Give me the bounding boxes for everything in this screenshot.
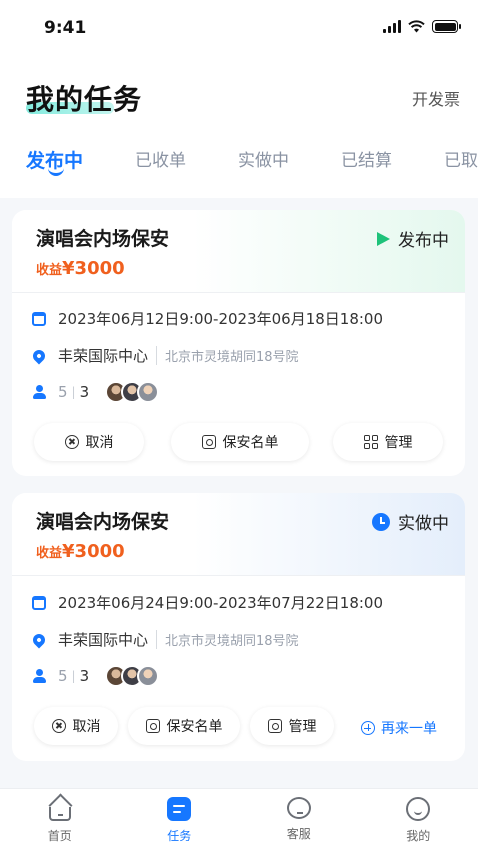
reorder-label: 再来一单 — [381, 721, 437, 737]
cancel-button[interactable]: 取消 — [34, 423, 144, 461]
cancel-label: 取消 — [72, 719, 101, 735]
staff-avatars[interactable] — [105, 665, 160, 687]
staff-total: 5 — [58, 383, 68, 401]
tabbar-profile[interactable]: 我的 — [359, 789, 478, 850]
home-icon — [48, 807, 71, 821]
tab-indicator — [48, 168, 64, 176]
status-label: 实做中 — [398, 514, 449, 534]
wifi-icon — [408, 20, 425, 33]
venue-name: 丰荣国际中心 — [58, 631, 149, 649]
income-value: ¥3000 — [62, 258, 125, 279]
status-icons — [383, 20, 461, 33]
grid-icon — [363, 435, 378, 449]
cancel-circle-icon — [51, 719, 66, 733]
roster-button[interactable]: 保安名单 — [171, 423, 309, 461]
manage-button[interactable]: 管理 — [250, 707, 334, 745]
manage-label: 管理 — [288, 719, 317, 735]
venue-name: 丰荣国际中心 — [58, 347, 149, 365]
manage-label: 管理 — [384, 435, 413, 451]
person-icon — [32, 385, 46, 399]
header-area: 9:41 我的任务 开发票 发布中 已收单 实做中 已结算 已取 — [0, 0, 478, 198]
income-value: ¥3000 — [62, 541, 125, 562]
tabbar-label: 我的 — [406, 829, 431, 843]
location-pin-icon — [30, 631, 48, 648]
battery-icon — [432, 20, 461, 33]
tabbar-label: 任务 — [167, 829, 192, 843]
profile-icon — [406, 797, 431, 821]
status-tabs: 发布中 已收单 实做中 已结算 已取 — [26, 146, 478, 176]
location-pin-icon — [30, 347, 48, 364]
task-income: 收益¥3000 — [36, 258, 125, 279]
task-card[interactable]: 演唱会内场保安 收益¥3000 实做中 2023年06月24日9:00-2023… — [12, 493, 465, 761]
page-title: 我的任务 — [26, 83, 143, 116]
roster-label: 保安名单 — [222, 435, 279, 451]
staff-current: 3 — [79, 667, 90, 685]
task-title: 演唱会内场保安 — [36, 511, 170, 533]
bottom-tab-bar: 首页 任务 客服 我的 — [0, 788, 478, 850]
staff-row: 5 | 3 — [32, 381, 160, 403]
roster-icon — [145, 719, 160, 733]
divider — [12, 575, 465, 576]
roster-button[interactable]: 保安名单 — [128, 707, 240, 745]
clock-icon — [372, 512, 390, 531]
flag-icon — [377, 231, 390, 246]
time-range: 2023年06月12日9:00-2023年06月18日18:00 — [58, 310, 384, 328]
income-label: 收益 — [36, 263, 63, 278]
card-header — [12, 493, 465, 575]
cancel-label: 取消 — [85, 435, 114, 451]
tabbar-label: 客服 — [286, 827, 311, 841]
tab-received[interactable]: 已收单 — [135, 146, 186, 173]
tab-cancelled[interactable]: 已取 — [444, 146, 478, 173]
income-label: 收益 — [36, 546, 63, 561]
task-income: 收益¥3000 — [36, 541, 125, 562]
location-row: 丰荣国际中心 北京市灵境胡同18号院 — [30, 345, 299, 366]
status-badge: 实做中 — [372, 509, 449, 534]
divider — [12, 292, 465, 293]
staff-total: 5 — [58, 667, 68, 685]
chat-icon — [286, 797, 311, 819]
time-row: 2023年06月12日9:00-2023年06月18日18:00 — [32, 308, 383, 329]
person-icon — [32, 669, 46, 683]
tab-in-progress[interactable]: 实做中 — [238, 146, 289, 173]
cancel-button[interactable]: 取消 — [34, 707, 118, 745]
venue-address: 北京市灵境胡同18号院 — [156, 346, 299, 365]
avatar — [137, 381, 160, 403]
status-label: 发布中 — [398, 231, 449, 251]
calendar-icon — [32, 595, 46, 610]
count-separator: | — [71, 669, 76, 683]
task-title: 演唱会内场保安 — [36, 228, 170, 250]
tabbar-label: 首页 — [47, 829, 72, 843]
tabbar-tasks[interactable]: 任务 — [120, 789, 240, 850]
staff-row: 5 | 3 — [32, 665, 160, 687]
signal-icon — [383, 20, 401, 33]
card-header — [12, 210, 465, 292]
manage-icon — [267, 719, 282, 733]
invoice-button[interactable]: 开发票 — [412, 86, 460, 110]
tabbar-service[interactable]: 客服 — [239, 789, 359, 850]
status-badge: 发布中 — [377, 226, 449, 251]
calendar-icon — [32, 311, 46, 326]
manage-button[interactable]: 管理 — [333, 423, 443, 461]
tabbar-home[interactable]: 首页 — [0, 789, 120, 850]
roster-label: 保安名单 — [166, 719, 223, 735]
tab-publishing[interactable]: 发布中 — [26, 146, 83, 176]
time-row: 2023年06月24日9:00-2023年07月22日18:00 — [32, 592, 383, 613]
time-range: 2023年06月24日9:00-2023年07月22日18:00 — [58, 594, 384, 612]
venue-address: 北京市灵境胡同18号院 — [156, 630, 299, 649]
count-separator: | — [71, 385, 76, 399]
roster-icon — [201, 435, 216, 449]
reorder-button[interactable]: 再来一单 — [361, 718, 437, 738]
task-icon — [167, 797, 192, 821]
staff-current: 3 — [79, 383, 90, 401]
location-row: 丰荣国际中心 北京市灵境胡同18号院 — [30, 629, 299, 650]
task-card[interactable]: 演唱会内场保安 收益¥3000 发布中 2023年06月12日9:00-2023… — [12, 210, 465, 476]
staff-avatars[interactable] — [105, 381, 160, 403]
status-bar: 9:41 — [0, 0, 478, 56]
status-time: 9:41 — [44, 18, 87, 38]
cancel-circle-icon — [64, 435, 79, 449]
tab-settled[interactable]: 已结算 — [341, 146, 392, 173]
plus-circle-icon — [361, 721, 375, 735]
avatar — [137, 665, 160, 687]
